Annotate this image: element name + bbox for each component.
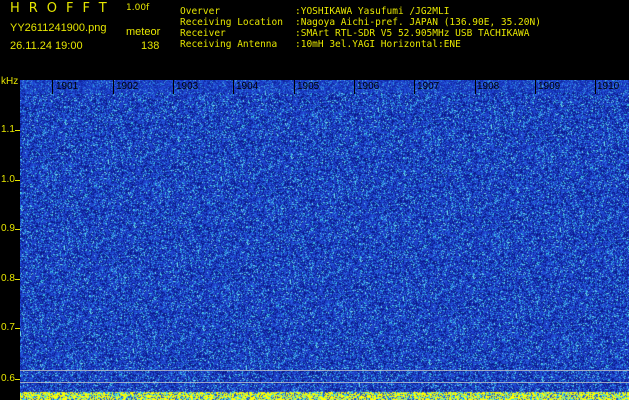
y-tick-mark — [15, 130, 20, 131]
info-key: Overver — [180, 6, 221, 17]
x-tick-label: 1903 — [176, 81, 199, 92]
y-tick-label: 0.6 — [1, 373, 15, 384]
x-tick-mark — [595, 80, 596, 94]
y-tick-mark — [15, 229, 20, 230]
x-tick-label: 1906 — [357, 81, 380, 92]
guide-line — [20, 382, 629, 383]
x-tick-label: 1904 — [236, 81, 259, 92]
y-tick-label: 0.7 — [1, 322, 15, 333]
guide-line — [20, 370, 629, 371]
info-value: :10mH 3el.YAGI Horizontal:ENE — [295, 39, 461, 50]
y-tick-label: 1.1 — [1, 124, 15, 135]
info-key: Receiving Location — [180, 17, 283, 28]
x-tick-label: 1901 — [56, 81, 79, 92]
x-tick-mark — [52, 80, 53, 94]
y-tick-mark — [15, 328, 20, 329]
spectrogram-canvas — [20, 80, 629, 400]
y-tick-mark — [15, 279, 20, 280]
x-tick-label: 1910 — [597, 81, 620, 92]
y-tick-mark — [15, 379, 20, 380]
x-tick-label: 1907 — [417, 81, 440, 92]
info-antenna: Receiving Antenna :10mH 3el.YAGI Horizont… — [180, 39, 461, 50]
date-time: 26.11.24 19:00 — [10, 40, 83, 52]
y-tick-label: 0.9 — [1, 223, 15, 234]
meteor-label: meteor — [126, 26, 161, 38]
info-receiver: Receiver :SMArt RTL-SDR V5 52.905MHz USB … — [180, 28, 530, 39]
x-tick-label: 1909 — [538, 81, 561, 92]
info-value: :SMArt RTL-SDR V5 52.905MHz USB TACHIKAW… — [295, 28, 530, 39]
file-name: YY2611241900.png — [10, 22, 107, 34]
x-tick-mark — [294, 80, 295, 94]
y-tick-mark — [15, 180, 20, 181]
x-tick-mark — [233, 80, 234, 94]
x-tick-label: 1908 — [477, 81, 500, 92]
meteor-count: 138 — [141, 40, 160, 52]
info-key: Receiver — [180, 28, 226, 39]
app-version: 1.00f — [126, 3, 150, 13]
x-tick-mark — [113, 80, 114, 94]
x-tick-mark — [173, 80, 174, 94]
y-axis-unit: kHz — [1, 76, 19, 87]
info-key: Receiving Antenna — [180, 39, 278, 50]
info-location: Receiving Location :Nagoya Aichi-pref. JA… — [180, 17, 541, 28]
x-tick-mark — [354, 80, 355, 94]
y-tick-label: 0.8 — [1, 273, 15, 284]
x-tick-mark — [414, 80, 415, 94]
x-tick-mark — [535, 80, 536, 94]
app-title: HROFFT — [10, 1, 116, 16]
x-tick-label: 1902 — [116, 81, 139, 92]
info-observer: Overver :YOSHIKAWA Yasufumi /JG2MLI — [180, 6, 449, 17]
spectrogram — [20, 80, 629, 400]
info-value: :YOSHIKAWA Yasufumi /JG2MLI — [295, 6, 450, 17]
x-tick-label: 1905 — [297, 81, 320, 92]
info-value: :Nagoya Aichi-pref. JAPAN (136.90E, 35.2… — [295, 17, 541, 28]
x-tick-mark — [475, 80, 476, 94]
y-tick-label: 1.0 — [1, 174, 15, 185]
